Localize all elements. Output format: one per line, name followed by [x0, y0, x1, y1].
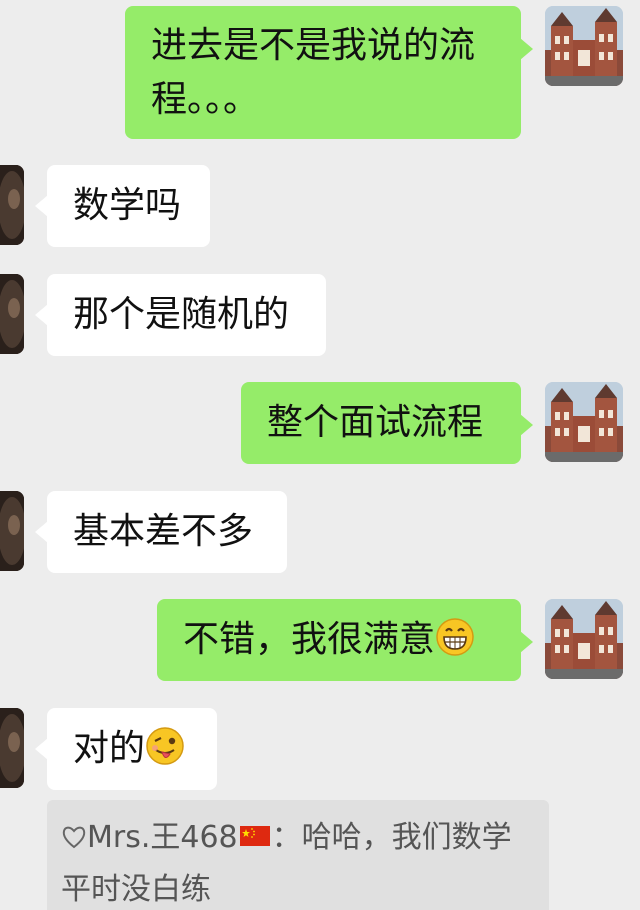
message-text: 整个面试流程 [267, 402, 484, 443]
dark-photo-avatar-icon [0, 274, 24, 354]
message-bubble-incoming[interactable]: 对的 [35, 708, 217, 790]
message-text: 进去是不是我说的流程。。。 [151, 25, 476, 120]
china-flag-icon [239, 826, 270, 846]
message-text: 对的 [73, 728, 146, 769]
contact-avatar[interactable] [0, 491, 24, 571]
message-bubble-incoming[interactable]: 基本差不多 [35, 491, 287, 573]
self-avatar[interactable] [545, 382, 623, 462]
winking-tongue-face-emoji-icon [146, 727, 184, 765]
dark-photo-avatar-icon [0, 708, 24, 788]
castle-building-avatar-icon [545, 599, 623, 679]
dark-photo-avatar-icon [0, 165, 24, 245]
message-bubble-outgoing[interactable]: 不错，我很满意 [157, 599, 533, 681]
quote-separator: ： [271, 820, 302, 855]
chat-view: 进去是不是我说的流程。。。 数学吗 那个是随机的 整个面试流程 基本差不多 不错… [0, 0, 640, 910]
message-text: 不错，我很满意 [183, 619, 436, 660]
message-bubble-incoming[interactable]: 数学吗 [35, 165, 210, 247]
quoted-message[interactable]: Mrs.王468 ：哈哈，我们数学平时没白练 [47, 800, 549, 910]
heart-outline-icon [62, 826, 86, 849]
self-avatar[interactable] [545, 6, 623, 86]
grinning-face-emoji-icon [436, 618, 474, 656]
contact-avatar[interactable] [0, 708, 24, 788]
message-text: 数学吗 [73, 185, 182, 226]
message-text: 基本差不多 [73, 511, 254, 552]
quote-sender: Mrs.王468 [87, 820, 238, 855]
dark-photo-avatar-icon [0, 491, 24, 571]
castle-building-avatar-icon [545, 382, 623, 462]
message-bubble-outgoing[interactable]: 进去是不是我说的流程。。。 [125, 6, 533, 139]
castle-building-avatar-icon [545, 6, 623, 86]
self-avatar[interactable] [545, 599, 623, 679]
contact-avatar[interactable] [0, 165, 24, 245]
contact-avatar[interactable] [0, 274, 24, 354]
message-bubble-incoming[interactable]: 那个是随机的 [35, 274, 326, 356]
message-text: 那个是随机的 [73, 294, 290, 335]
message-bubble-outgoing[interactable]: 整个面试流程 [241, 382, 533, 464]
